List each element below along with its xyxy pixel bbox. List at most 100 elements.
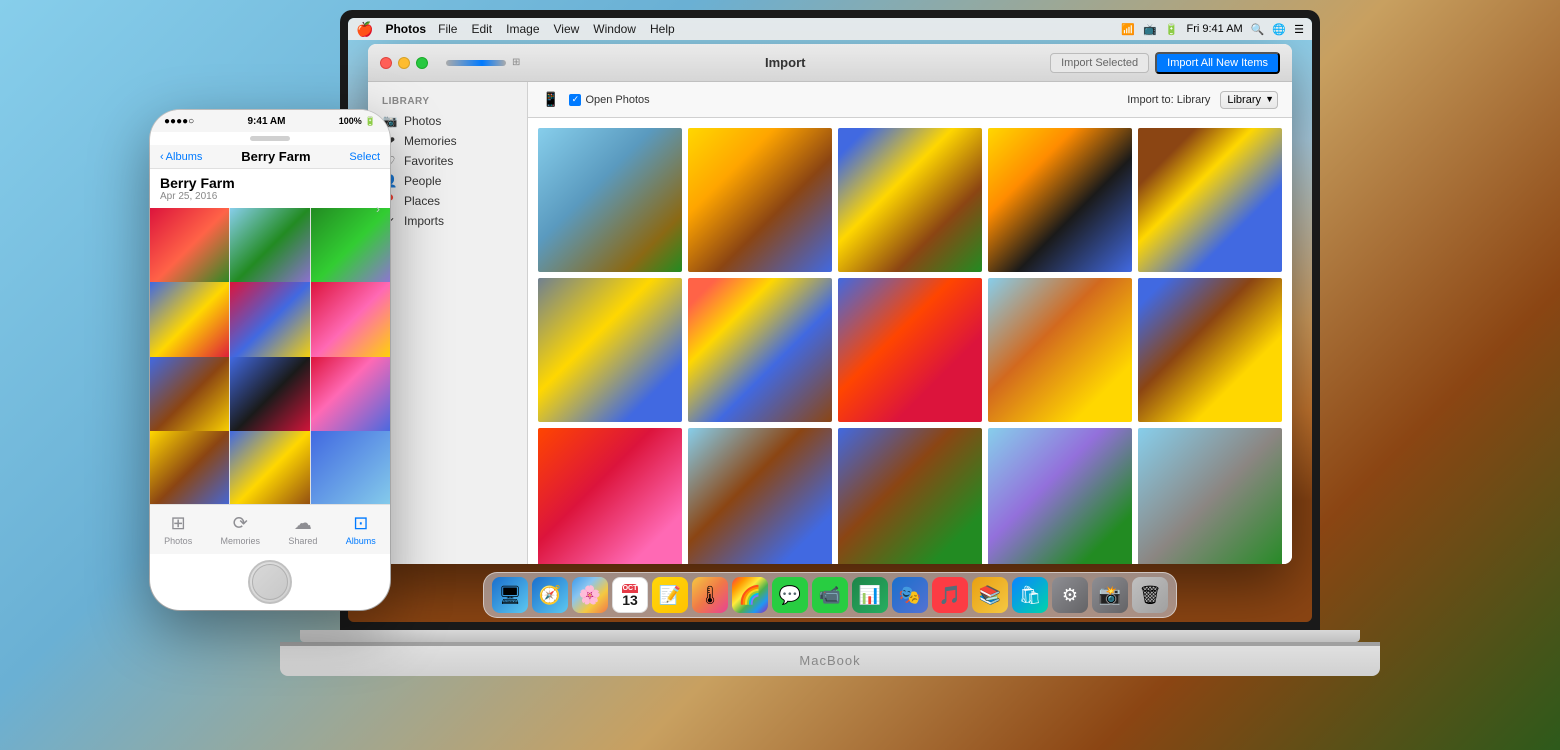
- photo-cell[interactable]: [1138, 278, 1282, 422]
- iphone-status-bar: ●●●●○ 9:41 AM 100% 🔋: [150, 110, 390, 132]
- album-nav-title: Berry Farm: [241, 149, 310, 164]
- open-photos-label: Open Photos: [585, 94, 649, 106]
- dock-finder[interactable]: 🖥: [492, 577, 528, 613]
- home-button[interactable]: [248, 560, 292, 604]
- iphone-photo[interactable]: [150, 208, 229, 287]
- menu-file[interactable]: File: [438, 22, 457, 36]
- iphone-photo[interactable]: [150, 282, 229, 361]
- iphone-time: 9:41 AM: [247, 116, 285, 127]
- menu-help[interactable]: Help: [650, 22, 675, 36]
- zoom-slider[interactable]: [446, 60, 506, 66]
- airplay-icon: 📺: [1143, 23, 1157, 36]
- menu-edit[interactable]: Edit: [471, 22, 492, 36]
- dock-music[interactable]: 🎵: [932, 577, 968, 613]
- iphone-photo[interactable]: [230, 357, 309, 436]
- camera-icon: 📸: [1099, 585, 1121, 606]
- list-icon[interactable]: ☰: [1294, 23, 1304, 36]
- dock-trash[interactable]: 🗑: [1132, 577, 1168, 613]
- iphone-photo[interactable]: [230, 208, 309, 287]
- macbook-screen: 🍎 Photos File Edit Image View Window Hel…: [340, 10, 1320, 630]
- import-toolbar: 📱 ✓ Open Photos Import to: Library Libra…: [528, 82, 1292, 118]
- dock-calendar[interactable]: OCT 13: [612, 577, 648, 613]
- dock-messages[interactable]: 💬: [772, 577, 808, 613]
- select-button[interactable]: Select: [349, 151, 380, 163]
- dock-books[interactable]: 📚: [972, 577, 1008, 613]
- photo-cell[interactable]: [838, 428, 982, 564]
- menubar: 🍎 Photos File Edit Image View Window Hel…: [348, 18, 1312, 40]
- dock-settings[interactable]: ⚙: [1052, 577, 1088, 613]
- dock-pinwheel[interactable]: 🌈: [732, 577, 768, 613]
- dock-facetime[interactable]: 📹: [812, 577, 848, 613]
- macbook-label: MacBook: [799, 653, 860, 668]
- home-button-inner: [252, 564, 288, 600]
- signal-strength: ●●●●○: [164, 116, 194, 127]
- iphone-photo[interactable]: [230, 431, 309, 504]
- sidebar-item-people[interactable]: 👤 People: [368, 171, 527, 191]
- menu-window[interactable]: Window: [593, 22, 636, 36]
- import-selected-button[interactable]: Import Selected: [1050, 53, 1149, 73]
- open-photos-checkbox[interactable]: ✓ Open Photos: [569, 94, 649, 106]
- dock-numbers[interactable]: 📊: [852, 577, 888, 613]
- siri-icon[interactable]: 🌐: [1272, 23, 1286, 36]
- minimize-button[interactable]: [398, 57, 410, 69]
- close-button[interactable]: [380, 57, 392, 69]
- albums-tab-icon: ⊡: [353, 513, 368, 534]
- app-name: Photos: [385, 22, 426, 36]
- sidebar-item-places[interactable]: 📍 Places: [368, 191, 527, 211]
- iphone-photo[interactable]: [311, 431, 390, 504]
- safari-icon: 🧭: [539, 585, 561, 606]
- dock-keynote[interactable]: 🎭: [892, 577, 928, 613]
- books-icon: 📚: [979, 585, 1001, 606]
- music-icon: 🎵: [939, 585, 961, 606]
- dock-appstore[interactable]: 🛍: [1012, 577, 1048, 613]
- photo-cell[interactable]: [688, 128, 832, 272]
- import-to-dropdown[interactable]: Library ▼: [1220, 91, 1278, 109]
- apple-menu-icon[interactable]: 🍎: [356, 21, 373, 38]
- sidebar-item-photos[interactable]: 📷 Photos: [368, 111, 527, 131]
- dock-photos[interactable]: 🌸: [572, 577, 608, 613]
- iphone-photo[interactable]: [150, 357, 229, 436]
- iphone-photo[interactable]: [311, 208, 390, 287]
- shared-tab-icon: ☁: [294, 513, 312, 534]
- sidebar-people-label: People: [404, 174, 441, 188]
- iphone-tab-photos[interactable]: ⊞ Photos: [164, 513, 192, 546]
- sidebar-item-favorites[interactable]: ♡ Favorites: [368, 151, 527, 171]
- sidebar-item-memories[interactable]: ❤ Memories: [368, 131, 527, 151]
- menu-image[interactable]: Image: [506, 22, 539, 36]
- messages-icon: 💬: [779, 585, 801, 606]
- photos-window: ⊞ Import Import Selected Import All New …: [368, 44, 1292, 564]
- photo-cell[interactable]: [988, 428, 1132, 564]
- photo-cell[interactable]: [838, 128, 982, 272]
- photo-cell[interactable]: [538, 278, 682, 422]
- iphone-photo[interactable]: [311, 357, 390, 436]
- sidebar-places-label: Places: [404, 194, 440, 208]
- import-all-button[interactable]: Import All New Items: [1155, 52, 1280, 74]
- search-icon[interactable]: 🔍: [1251, 23, 1265, 36]
- dock-notes[interactable]: 📝: [652, 577, 688, 613]
- back-button[interactable]: ‹ Albums: [160, 151, 202, 163]
- photo-cell[interactable]: [688, 278, 832, 422]
- dock-camera[interactable]: 📸: [1092, 577, 1128, 613]
- photo-cell[interactable]: [688, 428, 832, 564]
- chevron-right-icon: ›: [376, 202, 380, 216]
- iphone-bottom-nav: ⊞ Photos ⟳ Memories ☁ Shared ⊡ Albums: [150, 504, 390, 554]
- iphone-photo[interactable]: [230, 282, 309, 361]
- iphone-photo[interactable]: [311, 282, 390, 361]
- dock-safari[interactable]: 🧭: [532, 577, 568, 613]
- sidebar-item-imports[interactable]: ↙ Imports: [368, 211, 527, 231]
- iphone-tab-albums[interactable]: ⊡ Albums: [346, 513, 376, 546]
- photo-cell[interactable]: [538, 428, 682, 564]
- fullscreen-button[interactable]: [416, 57, 428, 69]
- iphone-photo[interactable]: [150, 431, 229, 504]
- photo-cell[interactable]: [838, 278, 982, 422]
- photo-cell[interactable]: [538, 128, 682, 272]
- photo-cell[interactable]: [988, 278, 1132, 422]
- photo-cell[interactable]: [1138, 428, 1282, 564]
- iphone-tab-shared[interactable]: ☁ Shared: [288, 513, 317, 546]
- iphone-tab-memories[interactable]: ⟳ Memories: [221, 513, 261, 546]
- dock-temperature[interactable]: 🌡: [692, 577, 728, 613]
- photo-cell[interactable]: [1138, 128, 1282, 272]
- photo-cell[interactable]: [988, 128, 1132, 272]
- album-info: Berry Farm Apr 25, 2016 ›: [150, 169, 390, 208]
- menu-view[interactable]: View: [554, 22, 580, 36]
